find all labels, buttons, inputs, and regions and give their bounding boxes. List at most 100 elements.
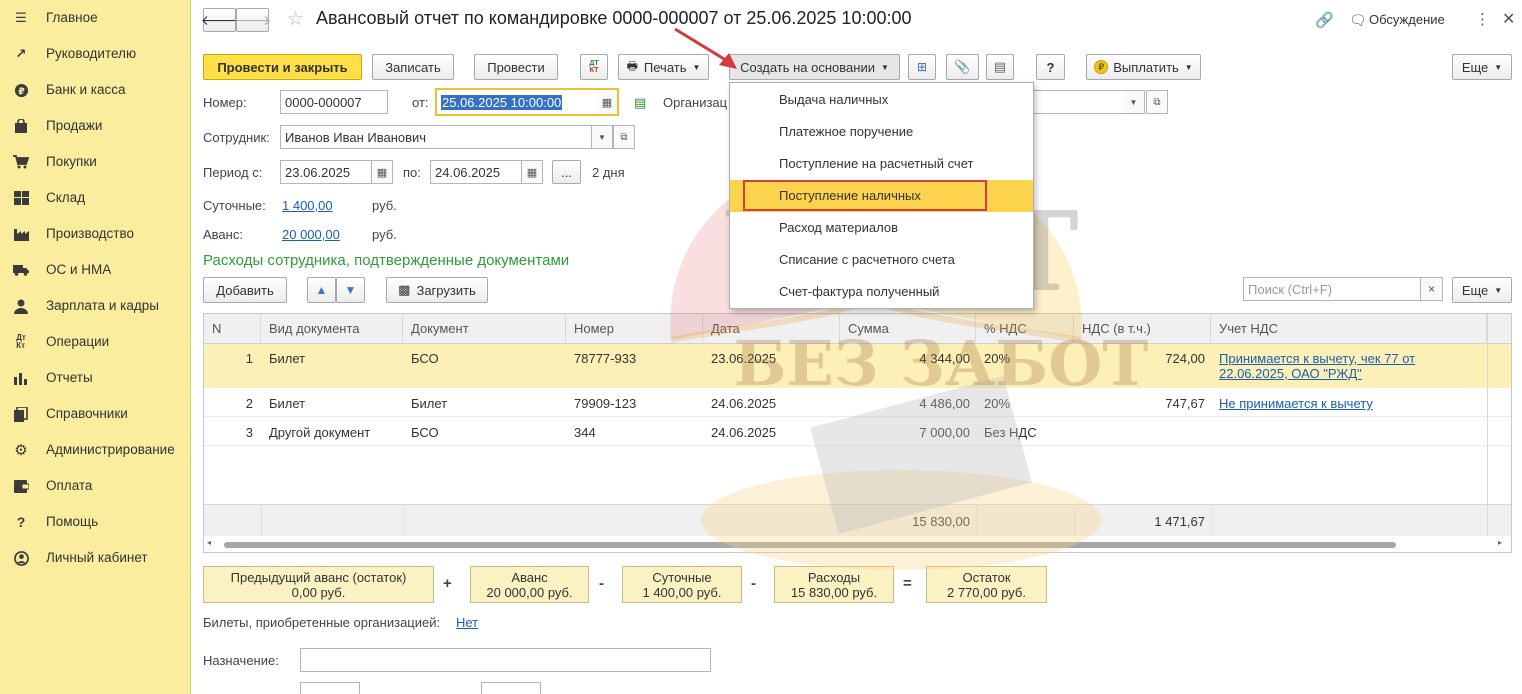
pay-button[interactable]: ₽ Выплатить ▼: [1086, 54, 1201, 80]
employee-dropdown-button[interactable]: ▼: [591, 125, 613, 149]
menu-item-cash-issue[interactable]: Выдача наличных: [730, 84, 1033, 116]
sidebar-item-reports[interactable]: Отчеты: [0, 360, 191, 396]
menu-item-payment-order[interactable]: Платежное поручение: [730, 116, 1033, 148]
column-header-document[interactable]: Документ: [403, 314, 566, 344]
list-button[interactable]: ▤: [986, 54, 1014, 80]
load-button[interactable]: ▩ Загрузить: [386, 277, 488, 303]
kebab-menu-icon[interactable]: ⋮: [1475, 10, 1490, 28]
column-header-kind[interactable]: Вид документа: [261, 314, 403, 344]
sidebar-item-purchases[interactable]: Покупки: [0, 144, 191, 180]
sidebar-item-production[interactable]: Производство: [0, 216, 191, 252]
sidebar-item-sales[interactable]: Продажи: [0, 108, 191, 144]
paperclip-icon: 📎: [954, 59, 971, 74]
advance-link[interactable]: 20 000,00: [282, 227, 340, 242]
link-icon[interactable]: 🔗: [1315, 11, 1334, 29]
column-header-sum[interactable]: Сумма: [840, 314, 976, 344]
scrollbar-thumb[interactable]: [224, 542, 1396, 548]
help-button[interactable]: ?: [1036, 54, 1065, 80]
vat-accounting-link-line2[interactable]: 22.06.2025, ОАО "РЖД": [1219, 366, 1415, 381]
add-row-button[interactable]: Добавить: [203, 277, 287, 303]
period-select-button[interactable]: ...: [552, 160, 581, 184]
organization-open-button[interactable]: ⧉: [1146, 90, 1168, 114]
calendar-button[interactable]: ▦: [597, 88, 619, 116]
horizontal-scrollbar[interactable]: ◂ ▸: [204, 536, 1511, 552]
move-up-button[interactable]: ▲: [307, 277, 336, 303]
cell-number: 79909-123: [574, 396, 637, 411]
date-field[interactable]: 25.06.2025 10:00:00: [435, 88, 599, 116]
bar-chart-icon: [13, 370, 29, 386]
menu-item-bank-writeoff[interactable]: Списание с расчетного счета: [730, 244, 1033, 276]
more-button[interactable]: Еще ▼: [1452, 54, 1512, 80]
column-header-date[interactable]: Дата: [703, 314, 840, 344]
discussion-link[interactable]: Обсуждение: [1369, 12, 1445, 27]
sidebar-item-bank[interactable]: ₽ Банк и касса: [0, 72, 191, 108]
column-header-vat-rate[interactable]: % НДС: [976, 314, 1074, 344]
partial-field[interactable]: [300, 682, 360, 694]
menu-item-invoice-received[interactable]: Счет-фактура полученный: [730, 276, 1033, 308]
purpose-field[interactable]: [300, 648, 711, 672]
sidebar-item-account[interactable]: Личный кабинет: [0, 540, 191, 576]
scroll-right-icon[interactable]: ▸: [1498, 538, 1502, 547]
search-input[interactable]: Поиск (Ctrl+F): [1243, 277, 1423, 301]
back-button[interactable]: 🡐: [201, 8, 238, 32]
tickets-link[interactable]: Нет: [456, 615, 478, 630]
sidebar-item-help[interactable]: ? Помощь: [0, 504, 191, 540]
open-icon: ⧉: [1153, 96, 1161, 108]
sidebar-item-fixed-assets[interactable]: ОС и НМА: [0, 252, 191, 288]
employee-field[interactable]: Иванов Иван Иванович: [280, 125, 596, 149]
balance-box-label: Остаток: [962, 570, 1011, 585]
sidebar-item-directories[interactable]: Справочники: [0, 396, 191, 432]
structure-button[interactable]: ⊞: [908, 54, 936, 80]
table-more-button[interactable]: Еще ▼: [1452, 277, 1512, 303]
per-diem-currency: руб.: [372, 198, 397, 213]
vat-accounting-link-line1[interactable]: Принимается к вычету, чек 77 от: [1219, 351, 1415, 366]
create-based-on-menu: Выдача наличных Платежное поручение Пост…: [729, 82, 1034, 309]
sidebar-item-warehouse[interactable]: Склад: [0, 180, 191, 216]
period-from-calendar-button[interactable]: ▦: [371, 160, 393, 184]
menu-item-materials-expense[interactable]: Расход материалов: [730, 212, 1033, 244]
close-icon[interactable]: ✕: [1502, 9, 1515, 29]
sidebar-item-admin[interactable]: ⚙ Администрирование: [0, 432, 191, 468]
column-header-n[interactable]: N: [204, 314, 261, 344]
employee-open-button[interactable]: ⧉: [613, 125, 635, 149]
partial-field[interactable]: [481, 682, 541, 694]
forward-button[interactable]: 🡒: [234, 8, 271, 32]
sidebar-item-main[interactable]: ☰ Главное: [0, 0, 191, 36]
caret-down-icon: ▼: [1494, 285, 1503, 295]
organization-dropdown-button[interactable]: ▼: [1123, 90, 1145, 114]
create-based-on-button[interactable]: Создать на основании ▼: [729, 54, 900, 80]
table-row[interactable]: 1 Билет БСО 78777-933 23.06.2025 4 344,0…: [204, 344, 1511, 388]
column-header-vat[interactable]: НДС (в т.ч.): [1074, 314, 1211, 344]
menu-item-cash-receipt[interactable]: Поступление наличных: [730, 180, 1033, 212]
scroll-left-icon[interactable]: ◂: [207, 538, 211, 547]
attach-button[interactable]: 📎: [946, 54, 979, 80]
sidebar-item-manager[interactable]: ↗ Руководителю: [0, 36, 191, 72]
column-header-vat-accounting[interactable]: Учет НДС: [1211, 314, 1487, 344]
arrow-up-icon: ▲: [315, 283, 328, 297]
sidebar-item-label: Личный кабинет: [46, 550, 148, 565]
menu-item-bank-receipt[interactable]: Поступление на расчетный счет: [730, 148, 1033, 180]
period-from-field[interactable]: 23.06.2025: [280, 160, 372, 184]
per-diem-link[interactable]: 1 400,00: [282, 198, 333, 213]
organization-field[interactable]: [1033, 90, 1133, 114]
post-and-close-button[interactable]: Провести и закрыть: [203, 54, 362, 80]
period-to-field[interactable]: 24.06.2025: [430, 160, 522, 184]
trend-icon: ↗: [15, 46, 27, 61]
org-structure-icon[interactable]: ▤: [634, 95, 646, 111]
sidebar-item-payment[interactable]: Оплата: [0, 468, 191, 504]
dt-kt-button[interactable]: ДТ КТ: [580, 54, 608, 80]
search-clear-button[interactable]: ×: [1420, 277, 1443, 301]
table-row[interactable]: 3 Другой документ БСО 344 24.06.2025 7 0…: [204, 417, 1511, 446]
sidebar-item-payroll[interactable]: Зарплата и кадры: [0, 288, 191, 324]
column-header-number[interactable]: Номер: [566, 314, 703, 344]
post-button[interactable]: Провести: [474, 54, 558, 80]
table-row[interactable]: 2 Билет Билет 79909-123 24.06.2025 4 486…: [204, 388, 1511, 417]
save-button[interactable]: Записать: [372, 54, 454, 80]
vat-accounting-link[interactable]: Не принимается к вычету: [1219, 396, 1373, 411]
period-to-calendar-button[interactable]: ▦: [521, 160, 543, 184]
number-field[interactable]: 0000-000007: [280, 90, 388, 114]
sidebar-item-operations[interactable]: Дт Кт Операции: [0, 324, 191, 360]
star-icon[interactable]: ☆: [287, 8, 304, 31]
chat-icon[interactable]: 🗨: [1349, 12, 1367, 29]
move-down-button[interactable]: ▼: [336, 277, 365, 303]
